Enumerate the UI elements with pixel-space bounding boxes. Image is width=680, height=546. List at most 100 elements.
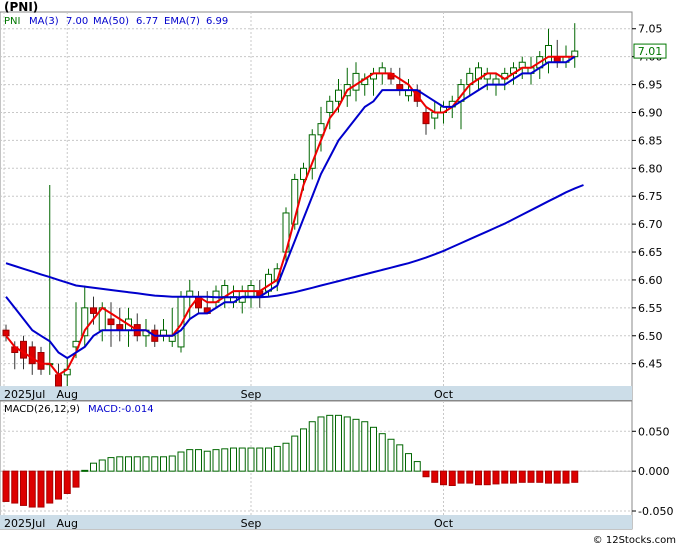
candle-body (2, 329, 10, 337)
macd-bar (518, 470, 526, 483)
macd-bar (20, 470, 27, 506)
macd-date-strip (0, 515, 632, 529)
macd-bar (212, 449, 220, 472)
legend-ticker: PNI (4, 16, 20, 27)
price-legend: PNI MA(3) 7.00 MA(50) 6.77 EMA(7) 6.99 (4, 16, 228, 27)
macd-bar (107, 457, 115, 472)
chart-title: (PNI) (4, 0, 38, 14)
candle-body (545, 44, 552, 63)
price-x-tick-label: 2025Jul (4, 388, 45, 401)
copyright-text: © 12Stocks.com (593, 535, 676, 546)
macd-bar (11, 470, 19, 504)
macd-bar (483, 470, 491, 486)
legend-ma3-label: MA(3) (29, 16, 59, 27)
stock-chart: 7.05 7.00 6.95 6.90 6.85 6.80 6.75 6.70 6.65 6.60… (0, 0, 676, 546)
candle-body (326, 100, 334, 113)
legend-ma50-label: MA(50) (93, 16, 129, 27)
macd-bar (370, 426, 377, 472)
price-y-tick-label: 6.75 (638, 190, 663, 203)
legend-ma50-value: 6.77 (136, 16, 158, 27)
macd-bar (378, 433, 386, 472)
candle-body (107, 318, 115, 326)
price-y-axis: 7.057.006.956.906.856.806.756.706.656.60… (632, 23, 663, 371)
macd-bar (273, 445, 281, 472)
price-y-tick-label: 6.65 (638, 246, 663, 259)
macd-bar (37, 470, 45, 508)
macd-bar (55, 470, 62, 500)
macd-bar (282, 442, 290, 472)
candle-body (352, 72, 360, 91)
price-y-tick-label: 6.80 (638, 162, 663, 175)
macd-bar (510, 470, 517, 484)
price-y-tick-label: 6.50 (638, 330, 663, 343)
macd-bar (335, 414, 342, 472)
price-y-tick-label: 6.70 (638, 218, 663, 231)
macd-bar (28, 470, 36, 508)
candle-body (422, 111, 430, 125)
legend-ma3-value: 7.00 (66, 16, 88, 27)
macd-bar (151, 456, 159, 472)
macd-bar (195, 449, 202, 472)
macd-bar (46, 470, 54, 504)
macd-x-tick-label: 2025Jul (4, 517, 45, 530)
price-y-tick-label: 6.95 (638, 79, 663, 92)
legend-ema7-value: 6.99 (206, 16, 228, 27)
macd-title: MACD(26,12,9) (4, 404, 80, 415)
macd-bar (448, 470, 456, 487)
macd-bar (133, 456, 141, 472)
macd-y-tick-label: -0.050 (638, 505, 673, 518)
macd-y-tick-label: 0.000 (638, 465, 670, 478)
candle-body (90, 307, 97, 314)
macd-bar (352, 418, 360, 472)
macd-bar (536, 470, 544, 483)
macd-bar (238, 447, 246, 472)
macd-bar (396, 444, 404, 472)
macd-bar (527, 470, 535, 483)
macd-bar (553, 470, 561, 484)
last-price-label: 7.01 (638, 45, 663, 58)
macd-bar (466, 470, 474, 484)
price-y-tick-label: 6.85 (638, 134, 663, 147)
macd-bar (387, 438, 395, 472)
macd-bar (186, 449, 194, 472)
macd-bar (492, 470, 500, 485)
macd-bar (413, 461, 421, 472)
price-x-tick-label: Oct (434, 388, 454, 401)
candle-body (55, 374, 62, 387)
macd-bar (501, 470, 509, 484)
macd-x-tick-label: Aug (57, 517, 78, 530)
macd-bar (221, 448, 229, 472)
macd-bar (457, 470, 465, 484)
macd-bar (326, 414, 334, 472)
candle-body (20, 340, 27, 359)
macd-bar (317, 416, 325, 472)
macd-bar (431, 470, 439, 483)
macd-bar (177, 451, 185, 472)
macd-bar (265, 447, 272, 472)
macd-bar (571, 470, 579, 483)
price-y-tick-label: 6.90 (638, 106, 663, 119)
candle-body (37, 352, 45, 370)
candle-body (335, 89, 342, 102)
macd-bar (72, 470, 80, 488)
macd-bar (142, 456, 150, 472)
legend-ema7-label: EMA(7) (164, 16, 200, 27)
price-y-tick-label: 6.55 (638, 302, 663, 315)
macd-bar (361, 421, 369, 472)
macd-bar (63, 470, 71, 494)
macd-bar (168, 455, 176, 472)
macd-y-axis: 0.050 0.000 -0.050 (632, 425, 673, 518)
macd-bar (308, 421, 316, 472)
macd-bar (562, 470, 570, 484)
macd-bar (2, 470, 10, 502)
price-y-tick-label: 6.45 (638, 358, 663, 371)
macd-bar (440, 470, 447, 486)
macd-bar (116, 456, 124, 472)
macd-bar (256, 447, 264, 472)
macd-bar (422, 470, 430, 478)
macd-bar (475, 470, 482, 486)
macd-bar (343, 416, 351, 472)
macd-bar (405, 453, 412, 472)
macd-bar (291, 435, 299, 472)
macd-bar (203, 450, 211, 472)
